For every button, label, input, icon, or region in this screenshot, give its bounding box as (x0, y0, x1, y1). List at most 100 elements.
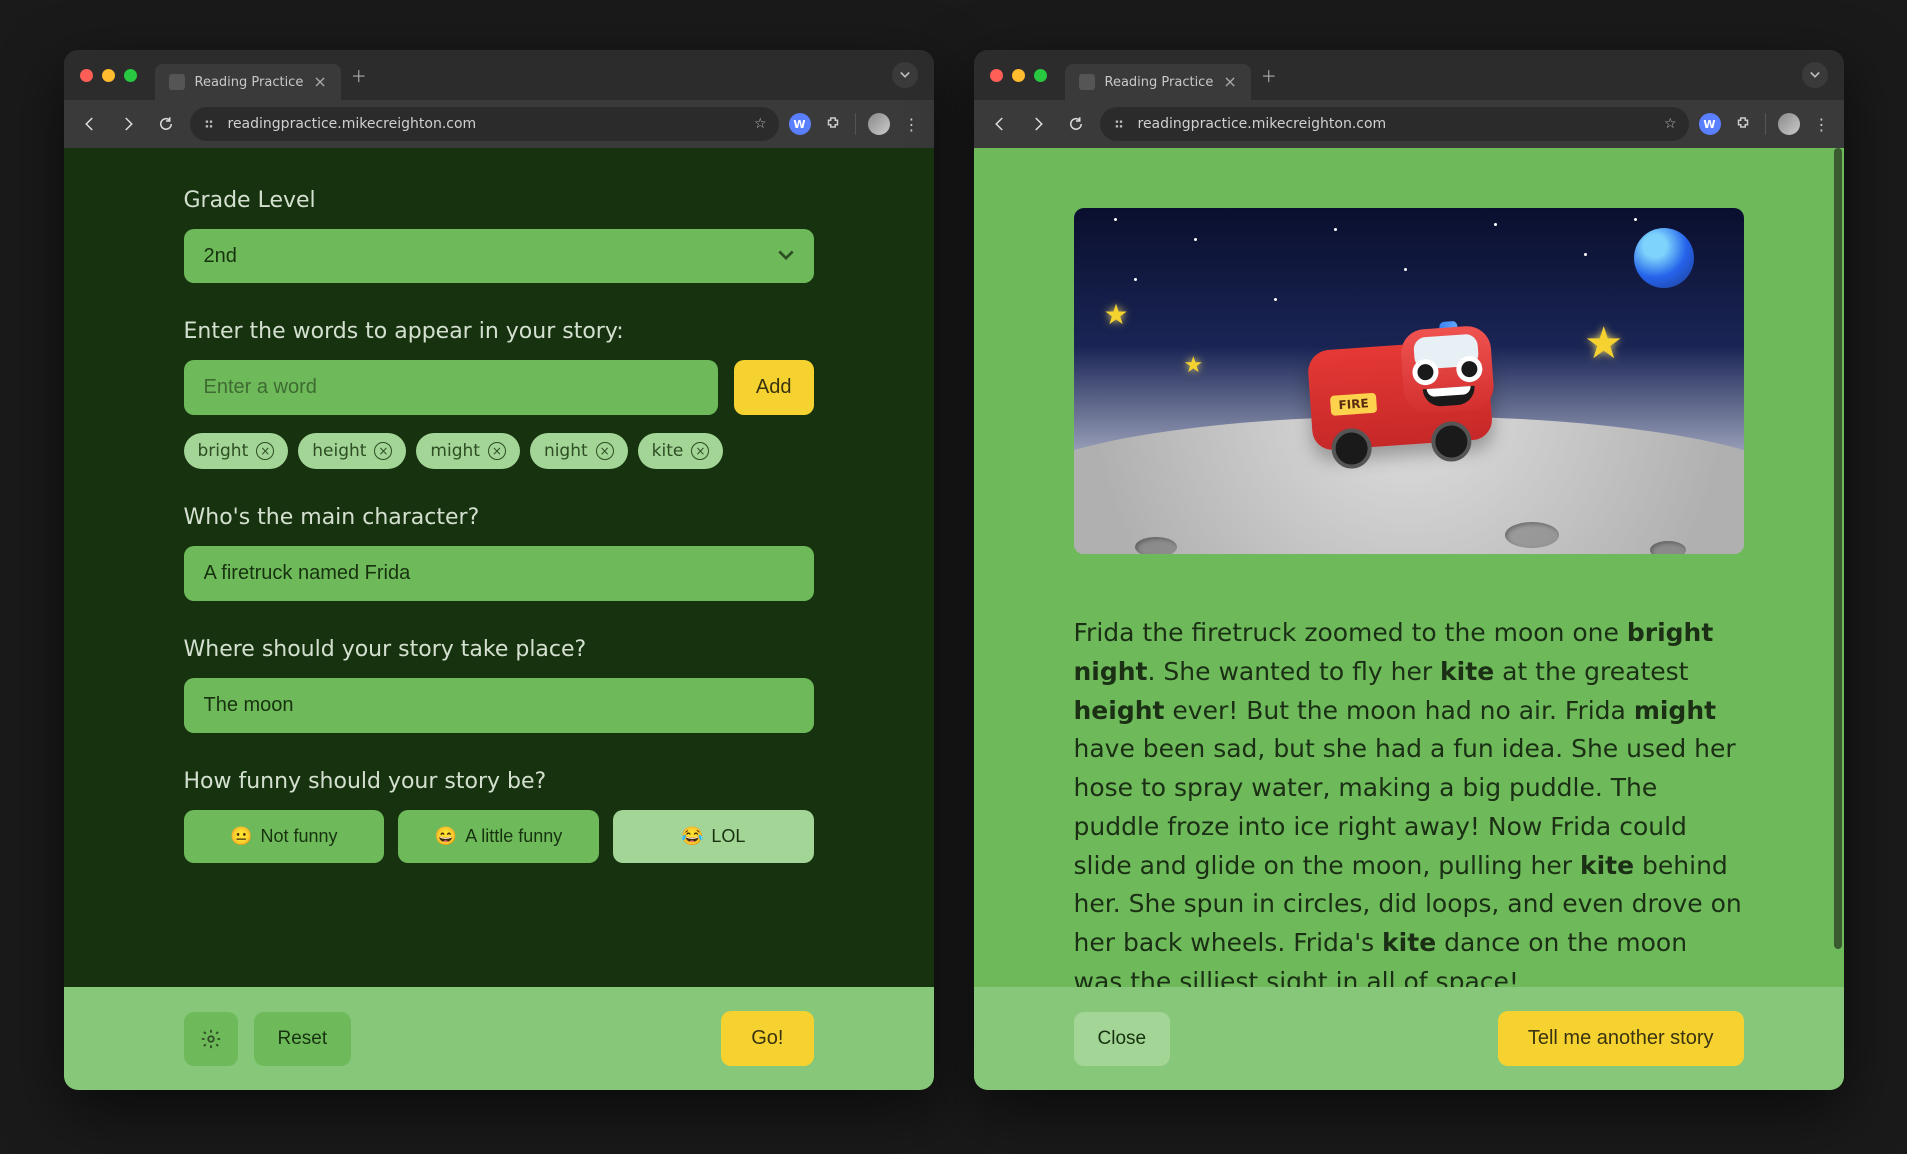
earth-icon (1634, 228, 1694, 288)
word-chip: height × (298, 433, 406, 469)
maximize-window-icon[interactable] (124, 69, 137, 82)
grade-label: Grade Level (184, 188, 814, 213)
word-chip: bright × (184, 433, 289, 469)
browser-tab[interactable]: Reading Practice × (155, 64, 341, 100)
remove-chip-icon[interactable]: × (691, 442, 709, 460)
option-label: A little funny (465, 826, 562, 847)
character-label: Who's the main character? (184, 505, 814, 530)
divider (1765, 113, 1766, 135)
fire-badge: FIRE (1329, 393, 1376, 416)
chip-text: bright (198, 441, 249, 461)
close-window-icon[interactable] (990, 69, 1003, 82)
tabs-dropdown-icon[interactable] (892, 62, 918, 88)
scrollbar[interactable] (1832, 148, 1842, 1090)
another-story-button[interactable]: Tell me another story (1498, 1011, 1744, 1066)
close-tab-icon[interactable]: × (1223, 74, 1236, 90)
setup-page: Grade Level 2nd Enter the words to appea… (64, 148, 934, 1090)
maximize-window-icon[interactable] (1034, 69, 1047, 82)
gear-icon (200, 1028, 222, 1050)
setting-label: Where should your story take place? (184, 637, 814, 662)
forward-button[interactable] (1024, 110, 1052, 138)
back-button[interactable] (986, 110, 1014, 138)
emoji-icon: 😂 (681, 826, 703, 847)
word-chip: might × (416, 433, 520, 469)
traffic-lights (990, 69, 1047, 82)
remove-chip-icon[interactable]: × (256, 442, 274, 460)
emoji-icon: 😐 (230, 826, 252, 847)
profile-avatar-icon[interactable] (868, 113, 890, 135)
chip-text: height (312, 441, 366, 461)
divider (855, 113, 856, 135)
tabs-dropdown-icon[interactable] (1802, 62, 1828, 88)
tab-title: Reading Practice (1105, 75, 1214, 90)
browser-window-story: Reading Practice × ＋ readingpractice.mik… (974, 50, 1844, 1090)
bookmark-icon[interactable]: ☆ (1664, 116, 1677, 132)
reload-button[interactable] (152, 110, 180, 138)
back-button[interactable] (76, 110, 104, 138)
story-illustration: ★ ★ ★ FIRE (1074, 208, 1744, 554)
chip-text: night (544, 441, 588, 461)
emoji-icon: 😄 (435, 826, 457, 847)
navbar: readingpractice.mikecreighton.com ☆ W ⋮ (974, 100, 1844, 148)
close-story-button[interactable]: Close (1074, 1012, 1171, 1066)
funny-option[interactable]: 😂 LOL (613, 810, 814, 863)
extension-icon[interactable]: W (789, 113, 811, 135)
browser-tab[interactable]: Reading Practice × (1065, 64, 1251, 100)
setting-input[interactable] (184, 678, 814, 733)
settings-button[interactable] (184, 1012, 238, 1066)
new-tab-button[interactable]: ＋ (351, 63, 367, 87)
browser-window-setup: Reading Practice × ＋ readingpractice.mik… (64, 50, 934, 1090)
add-word-button[interactable]: Add (734, 360, 814, 415)
address-bar[interactable]: readingpractice.mikecreighton.com ☆ (1100, 107, 1689, 141)
extensions-menu-icon[interactable] (823, 114, 843, 134)
url-text: readingpractice.mikecreighton.com (1138, 116, 1387, 132)
titlebar: Reading Practice × ＋ (974, 50, 1844, 100)
site-settings-icon[interactable] (202, 115, 220, 133)
word-chip: kite × (638, 433, 724, 469)
menu-icon[interactable]: ⋮ (902, 114, 922, 134)
navbar: readingpractice.mikecreighton.com ☆ W ⋮ (64, 100, 934, 148)
new-tab-button[interactable]: ＋ (1261, 63, 1277, 87)
extension-icon[interactable]: W (1699, 113, 1721, 135)
funny-option[interactable]: 😄 A little funny (398, 810, 599, 863)
grade-select[interactable]: 2nd (184, 229, 814, 283)
favicon-icon (1079, 74, 1095, 90)
extensions-menu-icon[interactable] (1733, 114, 1753, 134)
close-window-icon[interactable] (80, 69, 93, 82)
remove-chip-icon[interactable]: × (488, 442, 506, 460)
minimize-window-icon[interactable] (1012, 69, 1025, 82)
forward-button[interactable] (114, 110, 142, 138)
character-input[interactable] (184, 546, 814, 601)
go-button[interactable]: Go! (721, 1011, 813, 1066)
words-label: Enter the words to appear in your story: (184, 319, 814, 344)
site-settings-icon[interactable] (1112, 115, 1130, 133)
menu-icon[interactable]: ⋮ (1812, 114, 1832, 134)
funny-label: How funny should your story be? (184, 769, 814, 794)
profile-avatar-icon[interactable] (1778, 113, 1800, 135)
reload-button[interactable] (1062, 110, 1090, 138)
word-chip: night × (530, 433, 628, 469)
word-chips: bright × height × might × night × kite × (184, 433, 814, 469)
bookmark-icon[interactable]: ☆ (754, 116, 767, 132)
close-tab-icon[interactable]: × (313, 74, 326, 90)
option-label: Not funny (261, 826, 338, 847)
story-footer: Close Tell me another story (974, 987, 1844, 1090)
remove-chip-icon[interactable]: × (374, 442, 392, 460)
option-label: LOL (711, 826, 745, 847)
firetruck-character: FIRE (1306, 339, 1493, 451)
titlebar: Reading Practice × ＋ (64, 50, 934, 100)
reset-button[interactable]: Reset (254, 1012, 352, 1066)
address-bar[interactable]: readingpractice.mikecreighton.com ☆ (190, 107, 779, 141)
traffic-lights (80, 69, 137, 82)
remove-chip-icon[interactable]: × (596, 442, 614, 460)
funny-option[interactable]: 😐 Not funny (184, 810, 385, 863)
scrollbar-thumb[interactable] (1834, 148, 1842, 949)
minimize-window-icon[interactable] (102, 69, 115, 82)
chip-text: kite (652, 441, 684, 461)
favicon-icon (169, 74, 185, 90)
story-page: ★ ★ ★ FIRE (974, 148, 1844, 1090)
word-input[interactable] (184, 360, 718, 415)
chip-text: might (430, 441, 480, 461)
funny-options: 😐 Not funny 😄 A little funny 😂 LOL (184, 810, 814, 863)
url-text: readingpractice.mikecreighton.com (228, 116, 477, 132)
